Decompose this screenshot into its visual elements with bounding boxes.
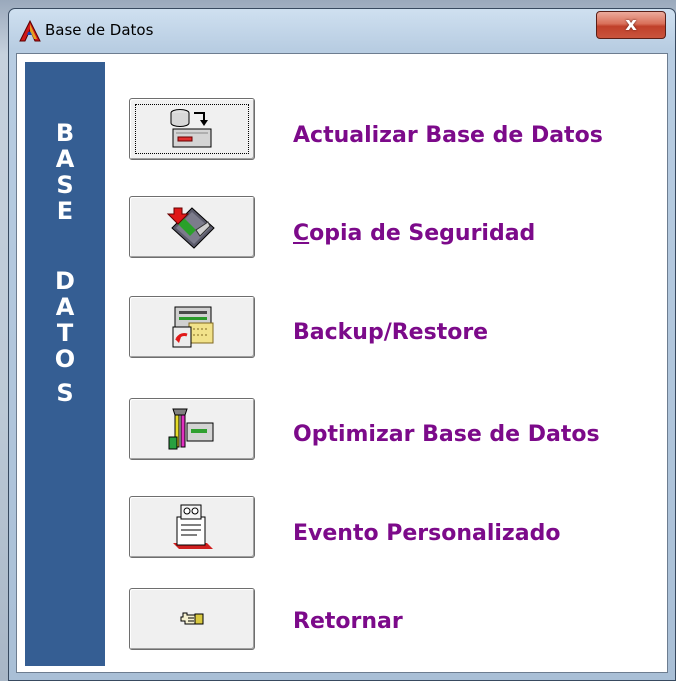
floppy-backup-icon — [166, 207, 215, 249]
copia-seguridad-label-accelerator: C — [293, 221, 310, 246]
dialog-window: Base de Datos x B A S E D A T O S Actual… — [8, 8, 676, 681]
banner-letter: T — [56, 319, 74, 347]
actualizar-base-button[interactable] — [129, 98, 255, 160]
retornar-button[interactable] — [129, 588, 255, 650]
optimizar-base-button[interactable] — [129, 398, 255, 460]
close-button[interactable]: x — [596, 11, 666, 39]
evento-personalizado-label[interactable]: Evento Personalizado — [293, 521, 560, 546]
retornar-label[interactable]: Retornar — [293, 609, 403, 634]
banner-letter: S — [56, 379, 74, 407]
copia-seguridad-label-rest: opia de Seguridad — [309, 221, 536, 246]
evento-personalizado-button[interactable] — [129, 496, 255, 558]
client-area: B A S E D A T O S Actualizar Base de Dat… — [16, 53, 668, 673]
database-update-icon — [170, 109, 212, 148]
banner-letter: O — [54, 345, 76, 373]
window-title: Base de Datos — [45, 21, 154, 39]
backup-restore-icon — [172, 306, 214, 348]
backup-restore-label[interactable]: Backup/Restore — [293, 320, 488, 345]
banner-letter: B — [55, 119, 75, 147]
close-icon: x — [625, 14, 637, 35]
banner-letter: A — [55, 145, 75, 173]
title-bar[interactable]: Base de Datos x — [9, 9, 675, 53]
optimize-tools-icon — [168, 408, 214, 450]
custom-event-printer-icon — [173, 504, 213, 549]
actualizar-base-label[interactable]: Actualizar Base de Datos — [293, 123, 603, 148]
copia-seguridad-button[interactable] — [129, 196, 255, 258]
pointing-hand-icon — [180, 612, 204, 625]
backup-restore-button[interactable] — [129, 296, 255, 358]
copia-seguridad-label[interactable]: Copia de Seguridad — [293, 221, 535, 246]
banner-letter: S — [56, 171, 74, 199]
app-logo-a-icon — [19, 20, 41, 42]
side-banner: B A S E D A T O S — [25, 62, 105, 666]
optimizar-base-label[interactable]: Optimizar Base de Datos — [293, 422, 600, 447]
banner-letter: E — [56, 197, 74, 225]
banner-letter: D — [55, 267, 75, 295]
banner-letter: A — [55, 293, 75, 321]
